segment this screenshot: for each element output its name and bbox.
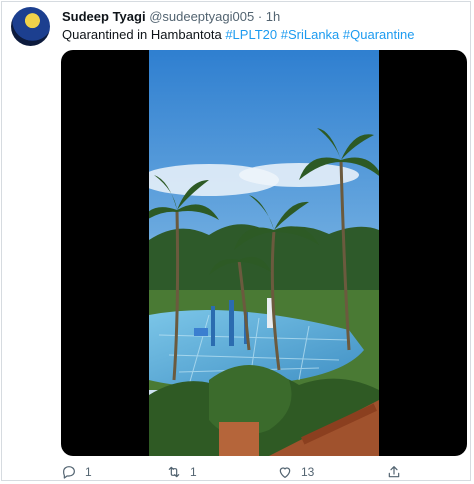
timestamp[interactable]: 1h (266, 9, 280, 24)
hashtag-quarantine[interactable]: #Quarantine (343, 27, 415, 42)
share-button[interactable] (386, 463, 410, 481)
reply-count: 1 (85, 465, 92, 479)
hashtag-srilanka[interactable]: #SriLanka (281, 27, 340, 42)
reply-button[interactable]: 1 (61, 463, 92, 481)
avatar[interactable] (11, 7, 50, 46)
video-frame (149, 50, 379, 456)
display-name[interactable]: Sudeep Tyagi (62, 9, 146, 24)
retweet-button[interactable]: 1 (166, 463, 197, 481)
tweet-header: Sudeep Tyagi @sudeeptyagi005 · 1h (62, 9, 280, 24)
user-handle[interactable]: @sudeeptyagi005 (149, 9, 254, 24)
like-icon (279, 467, 291, 478)
like-button[interactable]: 13 (277, 463, 314, 481)
reply-icon (63, 466, 75, 479)
tweet-actions: 1 1 13 (0, 463, 474, 481)
resort-scene-image (149, 50, 379, 456)
retweet-icon (168, 466, 180, 478)
share-icon (388, 466, 400, 478)
separator-dot: · (257, 9, 263, 24)
video-player[interactable] (61, 50, 467, 456)
tweet-text: Quarantined in Hambantota #LPLT20 #SriLa… (62, 27, 414, 42)
tweet-text-body: Quarantined in Hambantota (62, 27, 226, 42)
like-count: 13 (301, 465, 315, 479)
retweet-count: 1 (190, 465, 197, 479)
hashtag-lplt20[interactable]: #LPLT20 (225, 27, 277, 42)
